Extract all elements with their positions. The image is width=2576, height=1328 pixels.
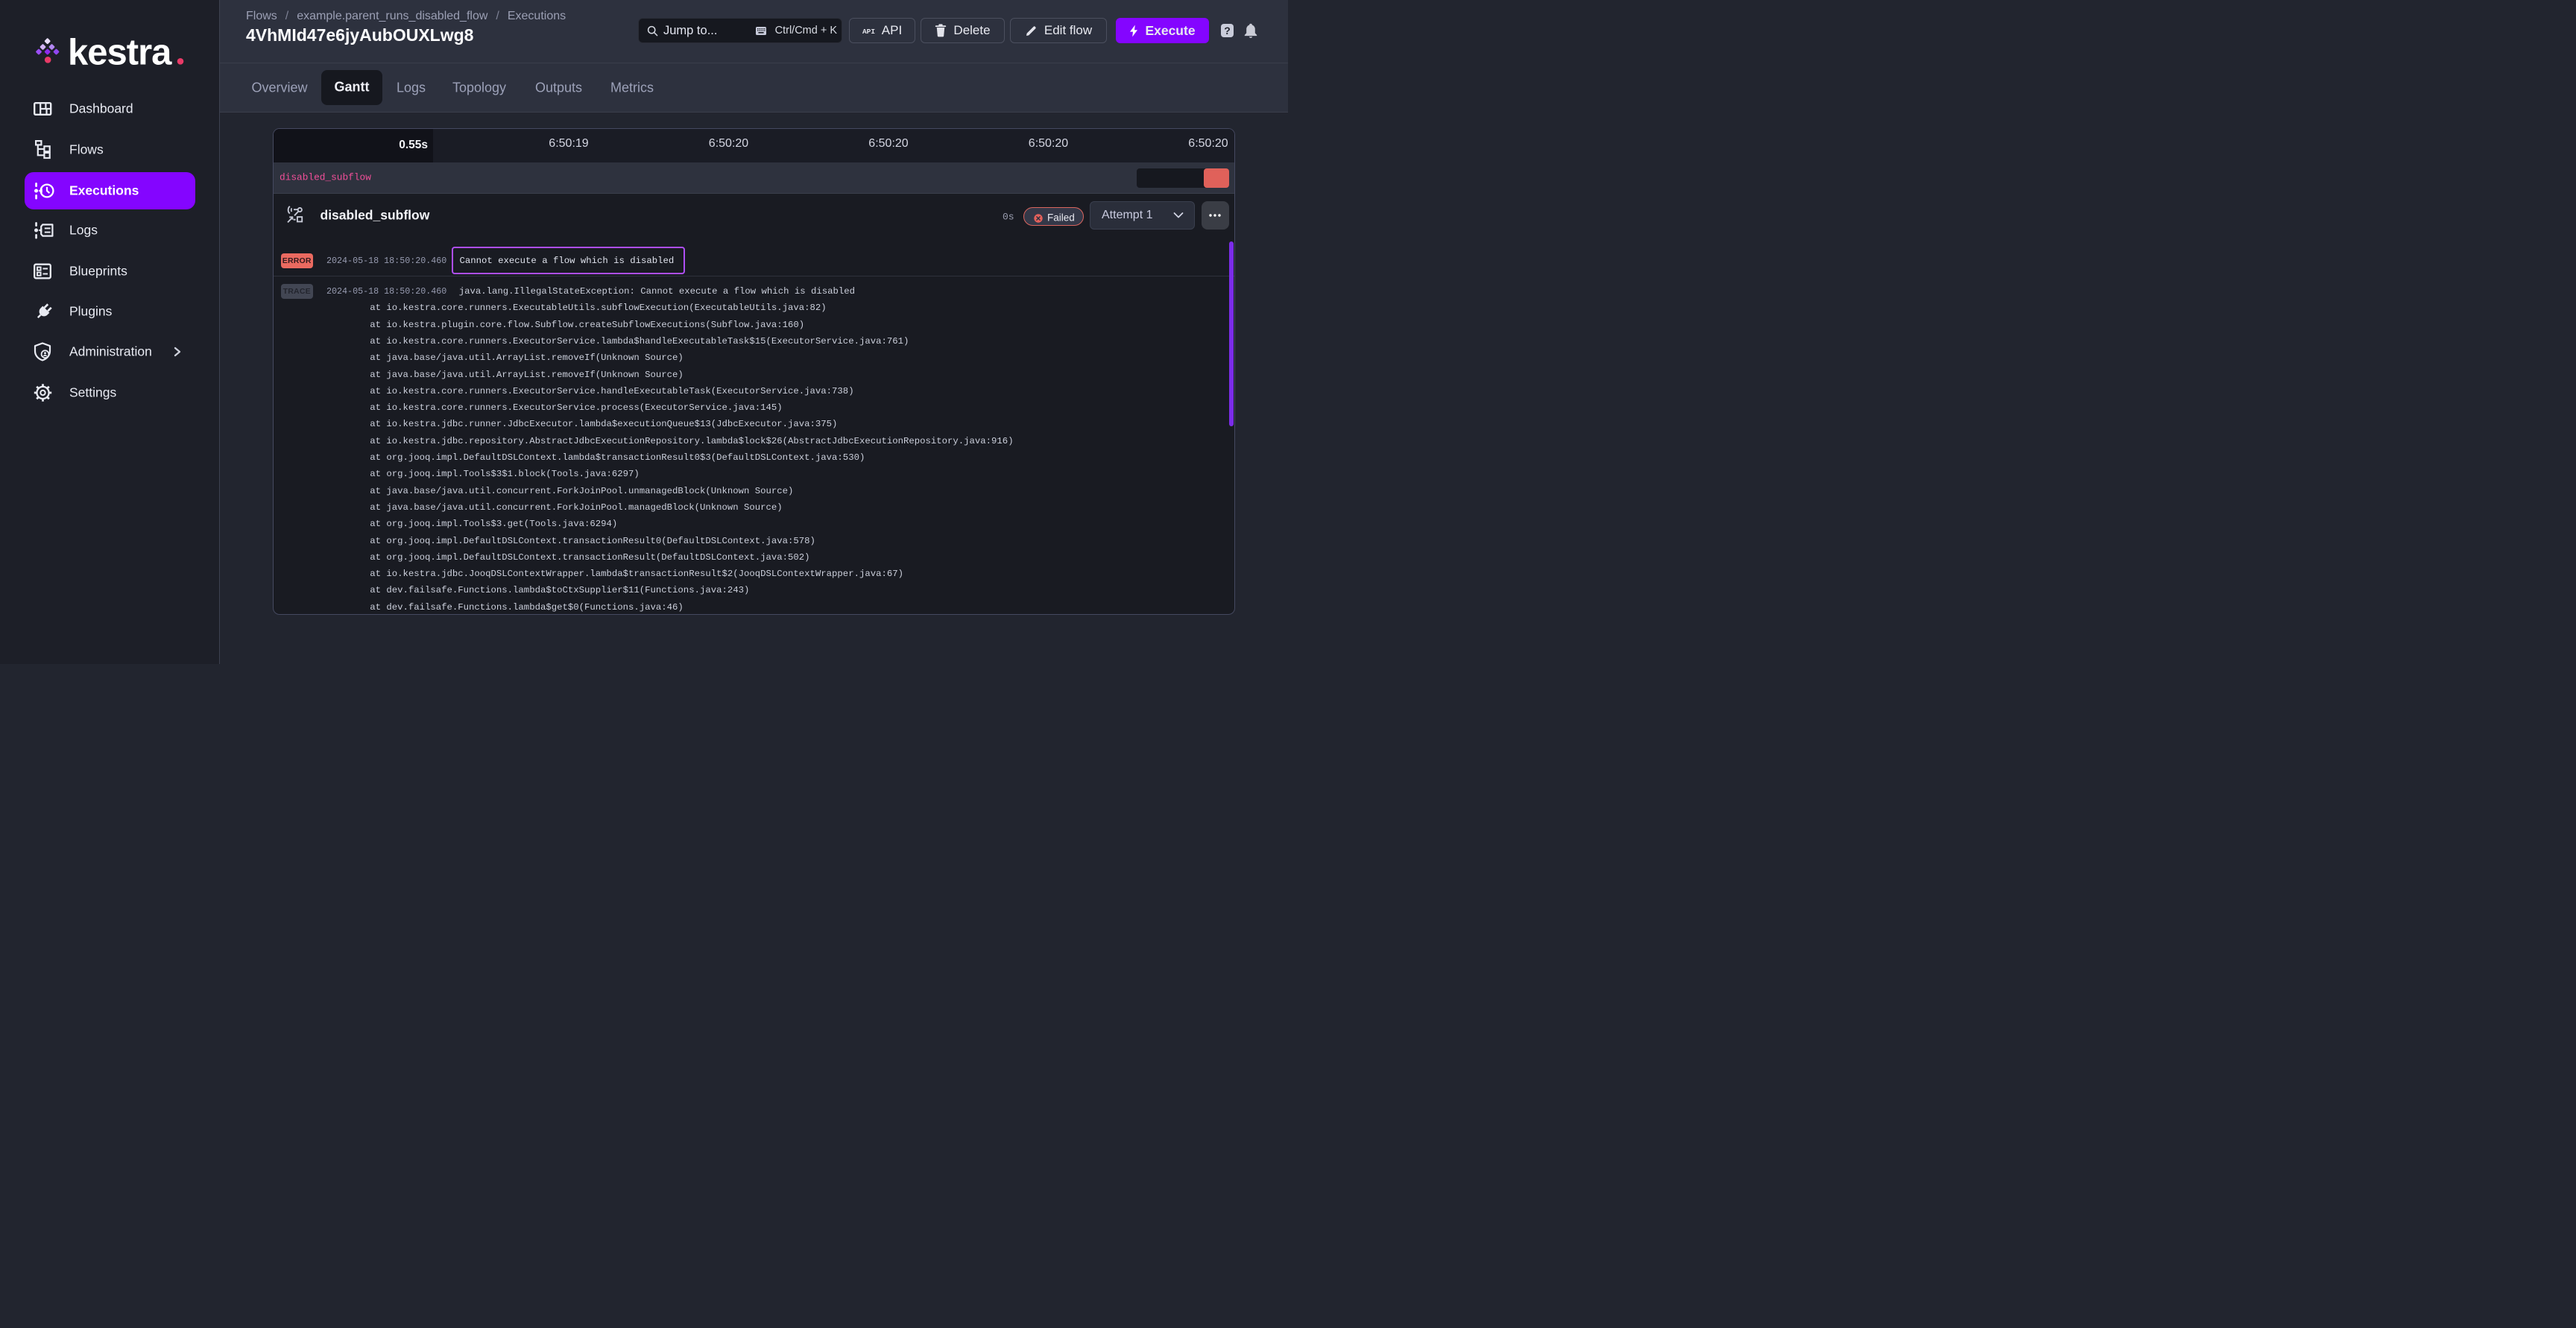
svg-text:API: API xyxy=(862,28,875,35)
svg-text:kestra: kestra xyxy=(68,34,172,67)
